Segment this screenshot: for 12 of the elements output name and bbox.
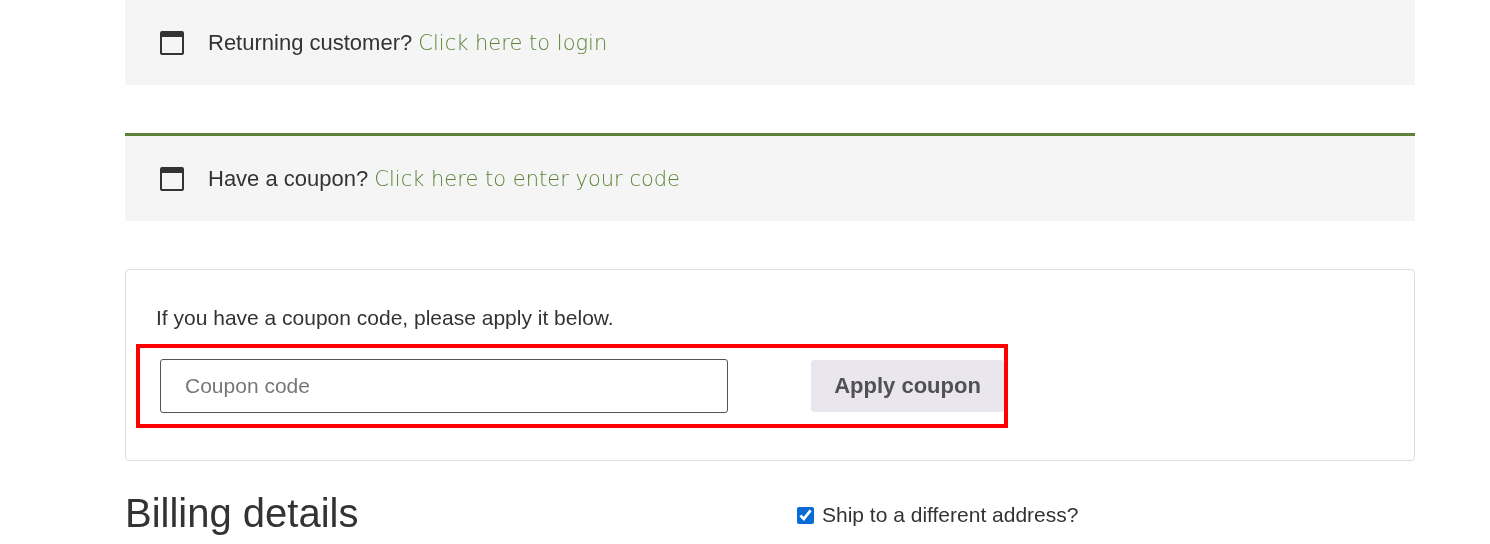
section-heading: Billing details — [125, 491, 360, 535]
notice-link[interactable]: Click here to login — [418, 30, 608, 55]
notice-text: Returning customer? Click here to login — [208, 29, 608, 56]
form-intro: If you have a coupon code, please apply it below. — [156, 306, 615, 330]
checkbox-label: Ship to a different address? — [822, 503, 1079, 527]
ship-checkbox[interactable] — [797, 506, 814, 524]
apply-coupon-button[interactable]: Apply coupon — [811, 360, 1004, 412]
notice-link[interactable]: Click here to enter your code — [374, 166, 681, 191]
coupon-code-field[interactable]: Coupon code — [160, 359, 728, 413]
notice-text: Have a coupon? Click here to enter your code — [208, 165, 681, 192]
window-icon — [160, 30, 184, 55]
window-icon — [160, 166, 184, 191]
